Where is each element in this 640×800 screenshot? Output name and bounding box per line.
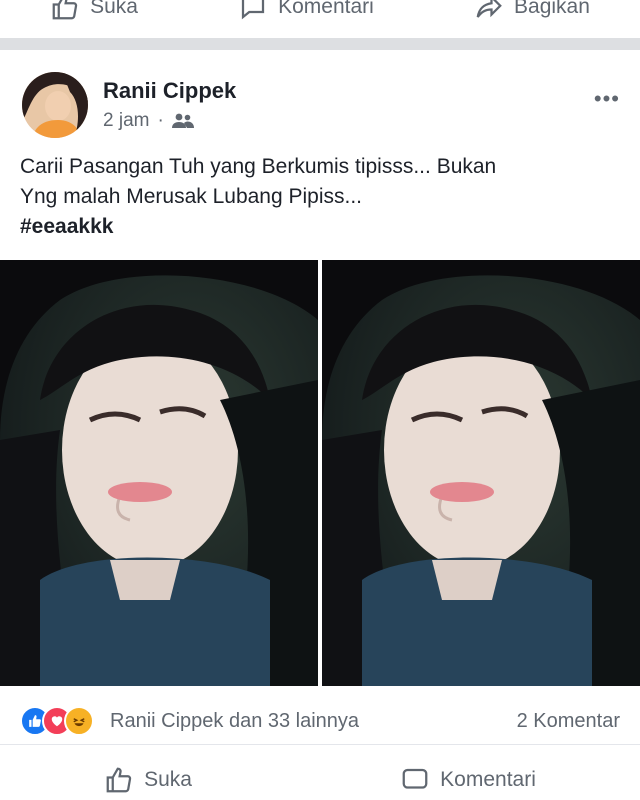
thumbs-up-icon (106, 767, 132, 793)
share-button[interactable]: Bagikan (474, 0, 590, 22)
comment-button[interactable]: Komentari (238, 0, 374, 22)
comment-count[interactable]: 2 Komentar (517, 710, 620, 733)
comment-label: Komentari (440, 768, 536, 791)
author-name[interactable]: Ranii Cippek (103, 78, 236, 104)
friends-icon (171, 113, 194, 128)
avatar[interactable] (22, 72, 88, 138)
reactions-row: Ranii Cippek dan 33 lainnya 2 Komentar (0, 698, 640, 745)
feed-separator (0, 38, 640, 50)
comment-icon (402, 768, 428, 789)
post-text-line: Carii Pasangan Tuh yang Berkumis tipisss… (20, 155, 497, 178)
post-photo[interactable] (0, 260, 318, 686)
like-button[interactable]: Suka (104, 765, 192, 795)
like-label: Suka (144, 768, 192, 791)
top-action-bar: Suka Komentari Bagikan (0, 0, 640, 34)
photo-grid (0, 260, 640, 686)
thumbs-up-icon (52, 0, 78, 20)
post-time[interactable]: 2 jam (103, 110, 149, 132)
comment-label: Komentari (278, 0, 374, 18)
more-options-icon[interactable]: ••• (594, 86, 620, 112)
meta-separator: · (157, 110, 164, 131)
haha-icon (64, 706, 94, 736)
hashtag-link[interactable]: #eeaakkk (20, 212, 620, 242)
post-text: Carii Pasangan Tuh yang Berkumis tipisss… (20, 152, 620, 242)
comment-icon (242, 0, 265, 20)
like-button[interactable]: Suka (50, 0, 138, 22)
share-label: Bagikan (514, 0, 590, 18)
post-photo[interactable] (322, 260, 640, 686)
post-text-line: Yng malah Merusak Lubang Pipiss... (20, 185, 363, 208)
like-label: Suka (90, 0, 138, 18)
post-header: Ranii Cippek 2 jam · ••• (0, 50, 640, 145)
reaction-summary[interactable]: Ranii Cippek dan 33 lainnya (110, 710, 359, 733)
reaction-icons[interactable] (20, 706, 94, 736)
share-icon (476, 0, 502, 18)
post-meta: 2 jam · (103, 110, 194, 132)
bottom-action-bar: Suka Komentari (0, 760, 640, 800)
comment-button[interactable]: Komentari (400, 765, 536, 795)
